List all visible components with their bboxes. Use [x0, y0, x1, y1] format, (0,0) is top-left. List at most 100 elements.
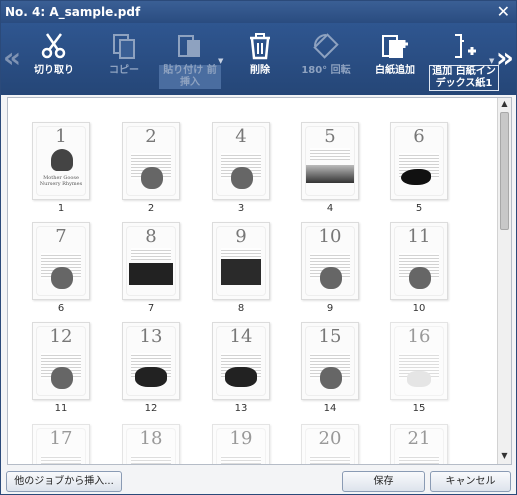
illustration — [129, 263, 173, 285]
page-thumbnail[interactable]: 14 — [212, 322, 270, 400]
copy-icon — [93, 27, 155, 65]
page-number: 16 — [407, 326, 431, 347]
page-label: 9 — [326, 303, 334, 314]
scroll-down-icon[interactable]: ▼ — [499, 451, 510, 463]
illustration — [51, 267, 73, 289]
page-thumbnail[interactable]: 1 Mother Goose Nursery Rhymes — [32, 122, 90, 200]
add-blank-button[interactable]: 白紙追加 — [364, 27, 426, 77]
rotate-button[interactable]: 180° 回転 — [295, 27, 357, 77]
cancel-button[interactable]: キャンセル — [430, 471, 511, 492]
page-thumbnail[interactable]: 19 — [212, 424, 270, 464]
page-label: 10 — [412, 303, 426, 314]
scrollbar-thumb[interactable] — [500, 112, 509, 230]
page-label: 11 — [54, 403, 68, 414]
page-number: 10 — [318, 226, 342, 247]
page-thumbnail[interactable]: 9 — [212, 222, 270, 300]
paste-icon — [159, 27, 221, 65]
organize-pages-dialog: No. 4: A_sample.pdf ✕ « 切り取り コピー 貼り付け 前挿… — [0, 0, 517, 495]
paste-before-label: 貼り付け 前挿入 — [159, 65, 221, 89]
page-number: 18 — [139, 428, 163, 449]
illustration — [221, 259, 261, 285]
illustration — [306, 165, 354, 183]
rotate-label: 180° 回転 — [301, 65, 351, 76]
chevron-down-icon[interactable]: ▼ — [218, 57, 223, 65]
page-label: 1 — [57, 203, 65, 214]
page-thumbnail[interactable]: 11 — [390, 222, 448, 300]
page-thumbnail[interactable]: 5 — [301, 122, 359, 200]
illustration — [231, 167, 253, 189]
page-number: 8 — [145, 226, 157, 247]
vertical-scrollbar[interactable]: ▲ ▼ — [497, 98, 511, 464]
illustration — [407, 371, 431, 387]
page-label: 14 — [323, 403, 337, 414]
page-label: 8 — [237, 303, 245, 314]
page-thumbnail[interactable]: 12 — [32, 322, 90, 400]
cover-title: Mother Goose Nursery Rhymes — [39, 175, 83, 187]
toolbar: « 切り取り コピー 貼り付け 前挿入 ▼ 削除 180° 回転 白紙追加 追加… — [1, 23, 516, 95]
page-thumbnail[interactable]: 6 — [390, 122, 448, 200]
page-label: 7 — [147, 303, 155, 314]
text-lines — [41, 455, 81, 464]
page-thumbnail[interactable]: 4 — [212, 122, 270, 200]
page-thumbnail[interactable]: 2 — [122, 122, 180, 200]
page-number: 20 — [318, 428, 342, 449]
copy-label: コピー — [109, 65, 139, 76]
page-number: 1 — [55, 126, 67, 147]
cut-button[interactable]: 切り取り — [23, 27, 85, 77]
page-thumbnail[interactable]: 21 — [390, 424, 448, 464]
text-lines — [310, 455, 350, 464]
page-thumbnail[interactable]: 20 — [301, 424, 359, 464]
page-label: 5 — [415, 203, 423, 214]
page-thumbnail-area: 1 Mother Goose Nursery Rhymes 1 2 2 4 3 5 4 6 5 7 6 8… — [7, 97, 512, 465]
page-number: 5 — [324, 126, 336, 147]
illustration — [135, 367, 167, 387]
illustration — [51, 367, 73, 389]
page-thumbnail[interactable]: 18 — [122, 424, 180, 464]
add-page-icon — [364, 27, 426, 65]
scroll-right-icon[interactable]: » — [496, 41, 514, 74]
illustration — [401, 169, 431, 185]
page-number: 9 — [235, 226, 247, 247]
page-thumbnail[interactable]: 7 — [32, 222, 90, 300]
rotate-icon — [295, 27, 357, 65]
add-index-blank-label: 追加 白紙インデックス紙1 — [429, 65, 499, 91]
page-number: 4 — [235, 126, 247, 147]
chevron-down-icon[interactable]: ▼ — [489, 57, 494, 65]
delete-button[interactable]: 削除 — [229, 27, 291, 77]
illustration — [409, 267, 431, 289]
scroll-left-icon[interactable]: « — [3, 41, 21, 74]
illustration — [320, 267, 342, 289]
save-button[interactable]: 保存 — [342, 471, 425, 492]
page-label: 2 — [147, 203, 155, 214]
page-number: 12 — [49, 326, 73, 347]
page-thumbnail[interactable]: 17 — [32, 424, 90, 464]
page-number: 2 — [145, 126, 157, 147]
page-thumbnail[interactable]: 10 — [301, 222, 359, 300]
page-number: 15 — [318, 326, 342, 347]
text-lines — [399, 455, 439, 464]
scroll-up-icon[interactable]: ▲ — [499, 99, 510, 111]
page-thumbnail[interactable]: 8 — [122, 222, 180, 300]
text-lines — [310, 148, 350, 160]
page-thumbnail[interactable]: 16 — [390, 322, 448, 400]
page-number: 11 — [407, 226, 431, 247]
insert-from-other-job-button[interactable]: 他のジョブから挿入... — [6, 471, 122, 492]
illustration — [51, 149, 73, 171]
page-thumbnail[interactable]: 13 — [122, 322, 180, 400]
close-icon[interactable]: ✕ — [497, 1, 510, 23]
page-number: 17 — [49, 428, 73, 449]
paste-before-button[interactable]: 貼り付け 前挿入 — [159, 27, 221, 89]
page-thumbnail[interactable]: 15 — [301, 322, 359, 400]
illustration — [225, 367, 257, 387]
scissors-icon — [23, 27, 85, 65]
text-lines — [131, 248, 171, 260]
add-blank-label: 白紙追加 — [375, 65, 415, 76]
trash-icon — [229, 27, 291, 65]
copy-button[interactable]: コピー — [93, 27, 155, 77]
illustration — [141, 167, 163, 189]
page-label: 6 — [57, 303, 65, 314]
cut-label: 切り取り — [34, 65, 74, 76]
page-number: 6 — [413, 126, 425, 147]
illustration — [320, 367, 342, 389]
page-number: 14 — [229, 326, 253, 347]
